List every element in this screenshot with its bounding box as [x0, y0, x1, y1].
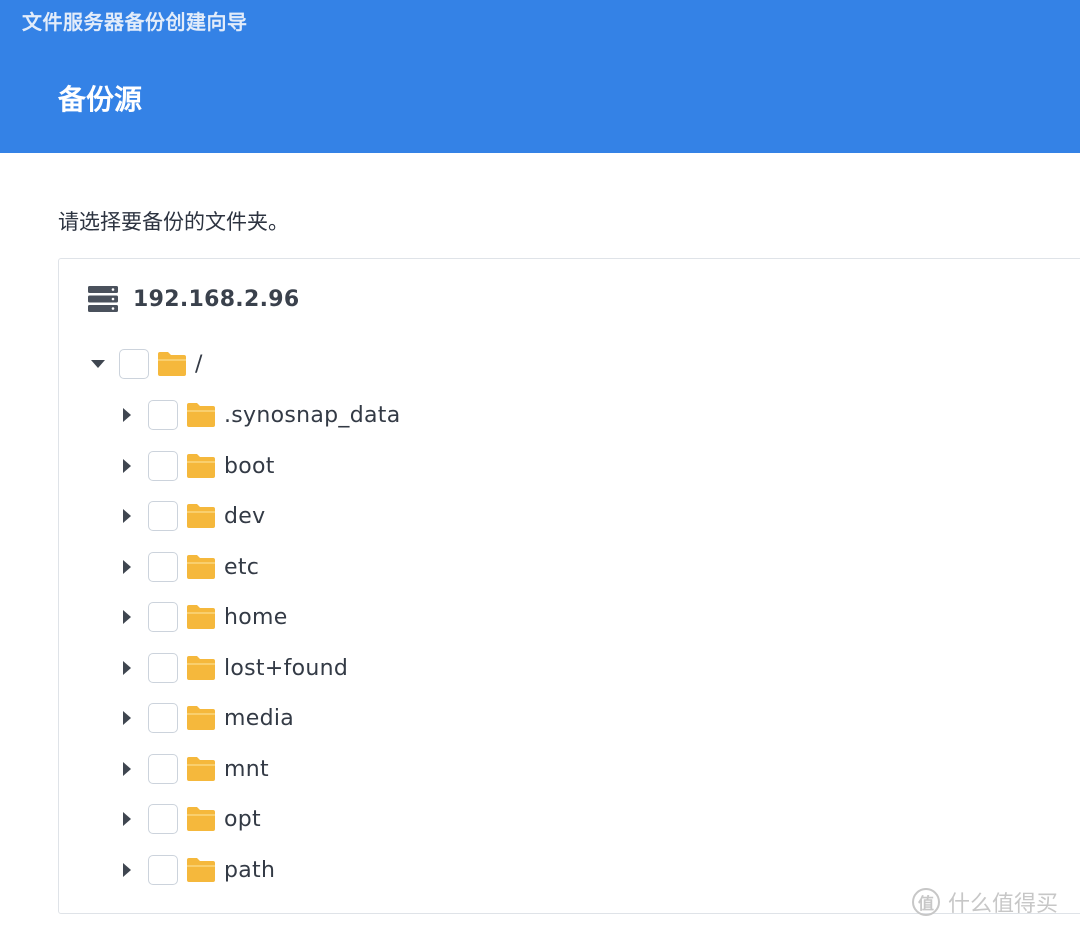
folder-label: media	[224, 705, 295, 731]
tree-row[interactable]: path	[119, 853, 275, 887]
caret-right-icon[interactable]	[119, 811, 135, 827]
folder-label: etc	[224, 554, 260, 580]
folder-icon	[187, 706, 215, 730]
folder-label: mnt	[224, 756, 269, 782]
folder-label: path	[224, 857, 276, 883]
caret-right-icon[interactable]	[119, 761, 135, 777]
caret-right-icon[interactable]	[119, 710, 135, 726]
folder-label: opt	[224, 806, 261, 832]
caret-right-icon[interactable]	[119, 458, 135, 474]
caret-right-icon[interactable]	[119, 660, 135, 676]
folder-checkbox[interactable]	[148, 754, 178, 784]
watermark-logo-icon: 值	[912, 888, 940, 916]
tree-row-root[interactable]: /	[90, 347, 203, 381]
folder-label: dev	[224, 503, 266, 529]
site-watermark: 值 什么值得买	[912, 886, 1058, 918]
folder-icon	[158, 352, 186, 376]
folder-checkbox[interactable]	[148, 804, 178, 834]
tree-row[interactable]: lost+found	[119, 651, 348, 685]
folder-label: lost+found	[224, 655, 349, 681]
watermark-text: 什么值得买	[948, 892, 1059, 917]
folder-icon	[187, 504, 215, 528]
caret-right-icon[interactable]	[119, 609, 135, 625]
folder-icon	[187, 807, 215, 831]
checkbox-root[interactable]	[119, 349, 149, 379]
caret-right-icon[interactable]	[119, 508, 135, 524]
window-title: 文件服务器备份创建向导	[22, 10, 248, 34]
folder-icon	[187, 454, 215, 478]
folder-label: home	[224, 604, 288, 630]
folder-icon	[187, 555, 215, 579]
folder-label: boot	[224, 453, 275, 479]
tree-row[interactable]: boot	[119, 449, 275, 483]
folder-checkbox[interactable]	[148, 703, 178, 733]
instruction-text: 请选择要备份的文件夹。	[58, 210, 289, 234]
folder-checkbox[interactable]	[148, 501, 178, 531]
caret-right-icon[interactable]	[119, 407, 135, 423]
wizard-header: 文件服务器备份创建向导 备份源	[0, 0, 1080, 153]
folder-checkbox[interactable]	[148, 552, 178, 582]
server-icon	[88, 286, 118, 312]
folder-label: .synosnap_data	[224, 402, 401, 428]
folder-checkbox[interactable]	[148, 653, 178, 683]
tree-row[interactable]: media	[119, 701, 294, 735]
folder-checkbox[interactable]	[148, 602, 178, 632]
caret-right-icon[interactable]	[119, 862, 135, 878]
folder-icon	[187, 757, 215, 781]
tree-row[interactable]: mnt	[119, 752, 269, 786]
caret-right-icon[interactable]	[119, 559, 135, 575]
folder-label: /	[195, 351, 203, 377]
tree-row[interactable]: .synosnap_data	[119, 398, 400, 432]
tree-row[interactable]: home	[119, 600, 288, 634]
tree-row[interactable]: etc	[119, 550, 259, 584]
server-label: 192.168.2.96	[133, 286, 300, 312]
folder-icon	[187, 656, 215, 680]
folder-icon	[187, 403, 215, 427]
tree-row[interactable]: dev	[119, 499, 265, 533]
folder-checkbox[interactable]	[148, 451, 178, 481]
folder-icon	[187, 858, 215, 882]
step-title: 备份源	[58, 83, 143, 116]
folder-icon	[187, 605, 215, 629]
server-node: 192.168.2.96	[88, 284, 299, 314]
tree-row[interactable]: opt	[119, 802, 261, 836]
folder-checkbox[interactable]	[148, 400, 178, 430]
caret-down-icon[interactable]	[90, 356, 106, 372]
folder-checkbox[interactable]	[148, 855, 178, 885]
